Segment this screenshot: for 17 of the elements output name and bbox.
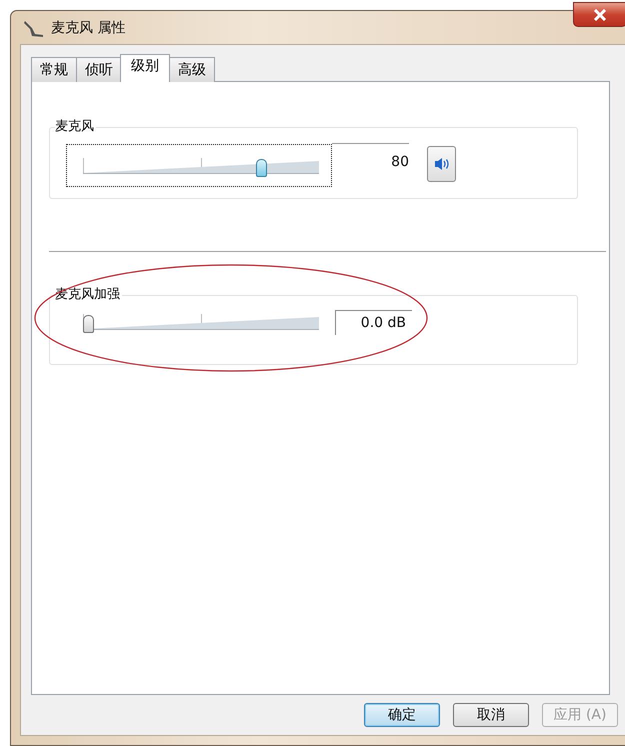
tab[interactable]: 侦听 <box>76 57 122 82</box>
group-label: 麦克风 <box>55 117 96 135</box>
tab[interactable]: 级别 <box>120 54 170 82</box>
dialog-button[interactable]: 确定 <box>364 703 440 727</box>
tab[interactable]: 高级 <box>169 57 215 82</box>
dialog-button[interactable]: 取消 <box>453 703 529 727</box>
window-title: 麦克风 属性 <box>51 18 126 36</box>
value-readout: 0.0 dB <box>335 310 412 334</box>
close-button[interactable] <box>573 2 625 27</box>
slider-track[interactable] <box>83 311 319 333</box>
slider-thumb[interactable] <box>256 158 267 176</box>
value-readout: 80 <box>332 143 409 170</box>
close-icon <box>593 8 607 20</box>
tab[interactable]: 常规 <box>31 57 77 82</box>
mute-button[interactable] <box>427 146 456 182</box>
slider-thumb[interactable] <box>83 315 94 333</box>
speaker-icon <box>434 156 450 170</box>
